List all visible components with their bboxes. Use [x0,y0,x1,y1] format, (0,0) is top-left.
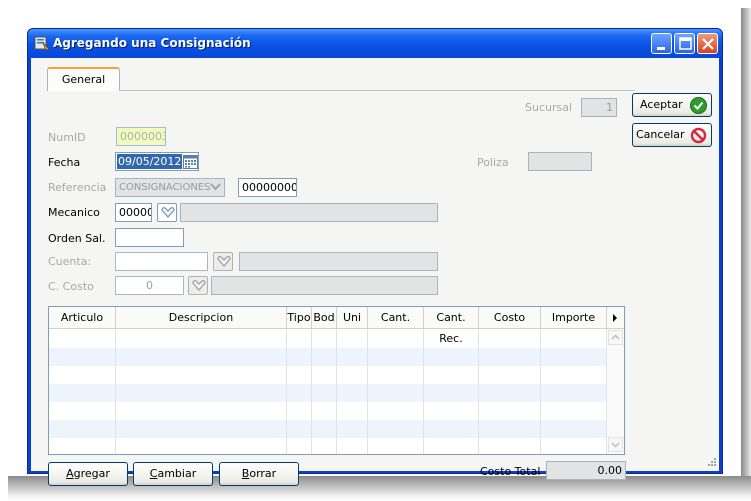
costo-name-field [211,276,438,295]
referencia-number-field[interactable]: 00000000 [238,178,297,197]
tab-divider [47,90,635,91]
cancel-icon [690,127,707,144]
table-row[interactable] [49,402,606,420]
grid-divider [336,329,337,454]
mecanico-code-field[interactable]: 00000 [115,203,152,222]
dialog-body: General Sucursal 1 Aceptar Cancelar NumI… [31,58,719,486]
grid-header: Articulo Descripcion Tipo Bod Uni Cant. … [49,307,624,345]
col-costo[interactable]: Costo [479,307,541,329]
arrow-right-icon[interactable] [612,314,618,322]
costo-total-label: Costo Total [480,465,541,478]
cancelar-button[interactable]: Cancelar [632,123,712,147]
table-row[interactable] [49,438,606,454]
costo-label: C. Costo [48,280,94,293]
sucursal-label: Sucursal [525,101,573,114]
heart-chevron-icon [192,280,206,291]
scroll-up-button[interactable] [608,330,623,345]
aceptar-button[interactable]: Aceptar [632,93,712,117]
resize-grip-icon[interactable] [705,457,717,469]
grid-divider [286,329,287,454]
table-row[interactable] [49,384,606,402]
col-uni[interactable]: Uni [337,307,368,329]
scroll-down-button[interactable] [608,437,623,452]
table-row[interactable] [49,348,606,366]
mecanico-label: Mecanico [48,206,100,219]
tab-general[interactable]: General [47,67,120,91]
minimize-icon [657,47,665,50]
app-icon [34,36,50,51]
borrar-label: orrar [249,467,277,480]
cambiar-label: ambiar [157,467,197,480]
cuenta-field[interactable] [115,252,208,271]
col-tipo[interactable]: Tipo [287,307,312,329]
window-shadow-right [741,8,751,498]
cuenta-name-field [239,252,438,271]
heart-chevron-icon [161,207,175,218]
mecanico-lookup-button[interactable] [157,203,177,222]
referencia-value: CONSIGNACIONES [119,182,211,193]
col-descripcion[interactable]: Descripcion [116,307,287,329]
col-bod[interactable]: Bod [312,307,337,329]
close-icon [702,38,714,50]
col-cant[interactable]: Cant. [368,307,424,329]
consignacion-dialog: Agregando una Consignación General Sucur… [27,28,723,486]
check-icon [690,97,707,114]
chevron-up-icon [611,334,620,340]
cancelar-label: Cancelar [636,128,685,141]
col-importe[interactable]: Importe [541,307,607,329]
cuenta-lookup-button[interactable] [213,252,233,271]
orden-label: Orden Sal. [48,232,106,245]
table-row[interactable] [49,366,606,384]
grid-divider [311,329,312,454]
title-bar[interactable]: Agregando una Consignación [28,29,722,58]
chevron-down-icon [611,442,620,448]
table-row[interactable] [49,420,606,438]
heart-chevron-icon [217,256,231,267]
orden-field[interactable] [115,228,184,247]
maximize-button[interactable] [674,33,695,54]
maximize-icon [679,37,692,50]
grid-scrollbar[interactable] [606,329,624,454]
referencia-select[interactable]: CONSIGNACIONES [115,178,225,197]
grid-divider [423,329,424,454]
chevron-down-icon [210,183,221,191]
costo-total-field: 0.00 [546,461,626,480]
agregar-label: gregar [73,467,110,480]
numid-label: NumID [48,131,86,144]
cuenta-label: Cuenta: [48,255,92,268]
agregar-button[interactable]: Agregar [48,462,128,486]
mecanico-name-field [180,203,438,222]
grid-divider [367,329,368,454]
costo-lookup-button[interactable] [188,276,208,295]
referencia-label: Referencia [48,181,107,194]
borrar-button[interactable]: Borrar [219,462,299,486]
minimize-button[interactable] [651,33,672,54]
numid-field[interactable]: 0000003 [116,127,166,146]
fecha-value: 09/05/2012 [117,154,183,169]
articulos-grid[interactable]: Articulo Descripcion Tipo Bod Uni Cant. … [48,306,625,455]
agregar-accel: A [66,467,74,480]
fecha-label: Fecha [48,156,81,169]
cambiar-button[interactable]: Cambiar [133,462,213,486]
calendar-icon[interactable] [183,154,198,169]
window-title: Agregando una Consignación [53,36,251,50]
col-cant-rec[interactable]: Cant. Rec. [424,307,479,345]
table-row[interactable] [49,330,606,348]
costo-field[interactable]: 0 [115,276,184,295]
grid-divider [115,329,116,454]
sucursal-field[interactable]: 1 [581,98,617,117]
poliza-label: Poliza [477,156,509,169]
aceptar-label: Aceptar [640,98,683,111]
grid-divider [540,329,541,454]
grid-divider [478,329,479,454]
close-button[interactable] [697,33,718,54]
poliza-field[interactable] [528,152,592,171]
col-articulo[interactable]: Articulo [49,307,116,329]
